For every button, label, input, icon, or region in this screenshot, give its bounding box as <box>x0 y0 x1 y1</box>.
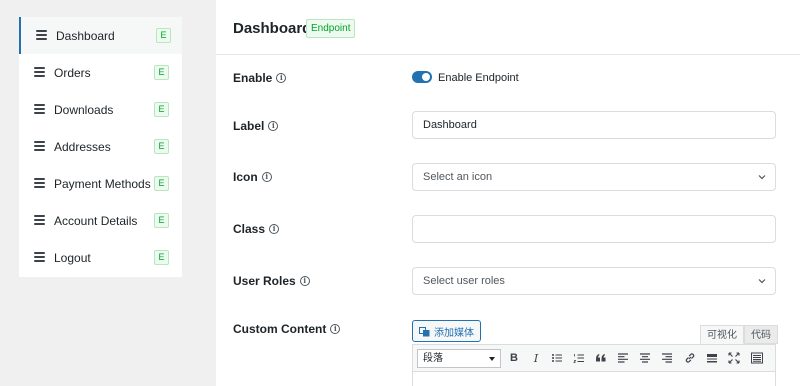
bold-icon[interactable]: B <box>507 351 521 365</box>
tab-visual[interactable]: 可视化 <box>700 325 744 344</box>
user-roles-field-label-text: User Roles <box>233 274 296 288</box>
icon-field-label-text: Icon <box>233 170 258 184</box>
enable-label-text: Enable <box>233 71 273 85</box>
custom-content-field-label: Custom Content i <box>233 322 341 336</box>
class-field-label-text: Class <box>233 222 266 236</box>
user-roles-select-placeholder: Select user roles <box>423 275 505 287</box>
info-icon[interactable]: i <box>261 172 272 182</box>
bullet-list-icon[interactable] <box>550 351 564 365</box>
italic-icon[interactable]: I <box>529 351 543 365</box>
info-icon[interactable]: i <box>330 324 341 334</box>
sidebar-item-payment-methods[interactable]: Payment Methods E <box>19 165 182 202</box>
custom-content-editor[interactable] <box>412 372 776 386</box>
chevron-down-icon <box>758 175 766 180</box>
sidebar-item-label: Payment Methods <box>54 176 151 191</box>
sidebar-item-account-details[interactable]: Account Details E <box>19 202 182 239</box>
sidebar-item-logout[interactable]: Logout E <box>19 239 182 276</box>
add-media-label: 添加媒体 <box>434 327 474 339</box>
sidebar-item-label: Downloads <box>54 102 114 117</box>
sidebar-item-label: Orders <box>54 65 91 80</box>
menu-icon <box>36 30 47 40</box>
align-center-icon[interactable] <box>638 351 652 365</box>
enable-label: Enable i <box>233 71 287 85</box>
info-icon[interactable]: i <box>268 121 279 131</box>
endpoint-badge: E <box>154 250 169 265</box>
info-icon[interactable]: i <box>269 224 280 234</box>
label-input[interactable] <box>412 111 776 139</box>
menu-icon <box>34 67 45 77</box>
sidebar-item-dashboard[interactable]: Dashboard E <box>19 17 182 54</box>
endpoint-badge: E <box>154 213 169 228</box>
endpoint-badge: E <box>154 139 169 154</box>
endpoint-badge: E <box>154 65 169 80</box>
sidebar-item-label: Logout <box>54 250 91 265</box>
endpoint-settings-panel: Dashboard Endpoint Enable i Enable Endpo… <box>216 0 800 386</box>
editor-toolbar: 段落 B I <box>412 344 776 372</box>
sidebar-item-downloads[interactable]: Downloads E <box>19 91 182 128</box>
enable-endpoint-toggle[interactable] <box>412 71 432 83</box>
add-media-button[interactable]: 添加媒体 <box>412 320 481 342</box>
sidebar: Dashboard E Orders E Downloads E Address… <box>0 0 198 386</box>
sidebar-item-label: Account Details <box>54 213 138 228</box>
label-field-label-text: Label <box>233 119 265 133</box>
endpoint-badge: E <box>154 176 169 191</box>
sidebar-item-label: Dashboard <box>56 28 115 43</box>
icon-select-placeholder: Select an icon <box>423 171 493 183</box>
info-icon[interactable]: i <box>299 276 310 286</box>
tab-code[interactable]: 代码 <box>744 325 778 344</box>
info-icon[interactable]: i <box>276 73 287 83</box>
link-icon[interactable] <box>683 351 697 365</box>
toolbar-toggle-icon[interactable] <box>750 351 764 365</box>
label-field-label: Label i <box>233 119 279 133</box>
sidebar-item-orders[interactable]: Orders E <box>19 54 182 91</box>
custom-content-field-label-text: Custom Content <box>233 322 327 336</box>
menu-icon <box>34 141 45 151</box>
icon-field-label: Icon i <box>233 170 272 184</box>
class-input[interactable] <box>412 215 776 243</box>
fullscreen-icon[interactable] <box>727 351 741 365</box>
endpoint-type-badge: Endpoint <box>306 19 356 38</box>
numbered-list-icon[interactable] <box>572 351 586 365</box>
enable-endpoint-toggle-label: Enable Endpoint <box>438 72 519 84</box>
align-right-icon[interactable] <box>660 351 674 365</box>
page-title: Dashboard <box>233 20 312 37</box>
read-more-icon[interactable] <box>705 351 719 365</box>
menu-icon <box>34 178 45 188</box>
sidebar-item-label: Addresses <box>54 139 111 154</box>
icon-select[interactable]: Select an icon <box>412 163 776 191</box>
user-roles-select[interactable]: Select user roles <box>412 267 776 295</box>
sidebar-item-addresses[interactable]: Addresses E <box>19 128 182 165</box>
blockquote-icon[interactable] <box>594 351 608 365</box>
align-left-icon[interactable] <box>616 351 630 365</box>
media-icon <box>419 326 430 336</box>
user-roles-field-label: User Roles i <box>233 274 310 288</box>
menu-icon <box>34 215 45 225</box>
menu-icon <box>34 104 45 114</box>
format-select[interactable]: 段落 <box>417 349 501 368</box>
chevron-down-icon <box>758 279 766 284</box>
endpoint-badge: E <box>156 28 171 43</box>
class-field-label: Class i <box>233 222 280 236</box>
menu-icon <box>34 252 45 262</box>
endpoint-badge: E <box>154 102 169 117</box>
panel-header: Dashboard Endpoint <box>216 0 800 55</box>
